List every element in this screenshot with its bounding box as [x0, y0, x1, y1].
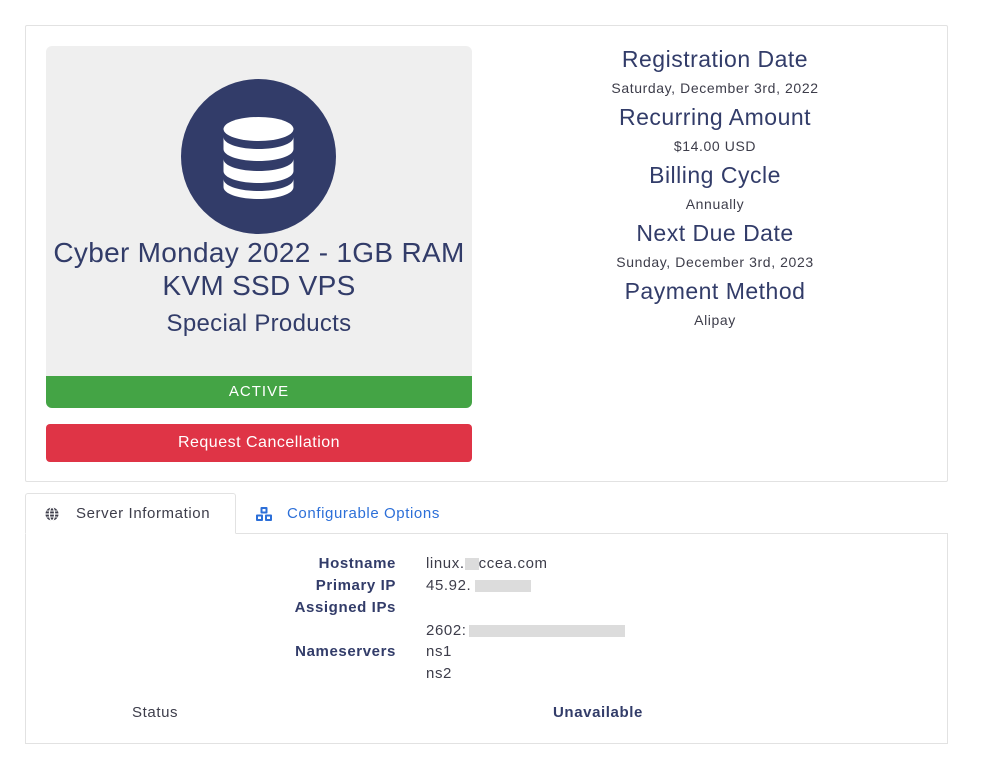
hostname-prefix: linux. [426, 555, 465, 572]
assigned-ip-row: 2602: [26, 622, 949, 644]
tab-server-information[interactable]: Server Information [25, 493, 236, 534]
product-name: Cyber Monday 2022 - 1GB RAM KVM SSD VPS [53, 237, 465, 301]
billing-cycle-label: Billing Cycle [649, 162, 781, 188]
product-group: Special Products [166, 310, 352, 337]
assigned-ip-value: 2602: [426, 622, 625, 639]
primary-ip-prefix: 45.92. [426, 577, 472, 594]
nameservers-row: Nameservers ns1 [26, 643, 949, 665]
recurring-amount-label: Recurring Amount [618, 104, 812, 130]
registration-date-label: Registration Date [621, 46, 809, 72]
nameserver-2-row: ns2 [26, 665, 949, 687]
payment-method-label: Payment Method [624, 278, 806, 304]
next-due-date-value: Sunday, December 3rd, 2023 [616, 254, 814, 270]
hostname-row: Hostname linux. ccea.com [26, 555, 949, 577]
next-due-date-label: Next Due Date [636, 220, 794, 246]
billing-cycle-value: Annually [685, 196, 745, 212]
registration-date-value: Saturday, December 3rd, 2022 [611, 80, 819, 96]
globe-icon [44, 506, 60, 522]
redacted-block [464, 558, 479, 571]
assigned-ips-row: Assigned IPs [26, 599, 949, 621]
redacted-block [475, 580, 532, 593]
recurring-amount-value: $14.00 USD [673, 138, 757, 154]
server-status-value: Unavailable [553, 704, 643, 721]
redacted-block [468, 625, 625, 638]
assigned-ips-label: Assigned IPs [294, 599, 396, 616]
payment-method-value: Alipay [694, 312, 736, 328]
status-badge: ACTIVE [46, 376, 472, 408]
tab-configurable-options-label: Configurable Options [287, 505, 440, 522]
nameserver-1: ns1 [426, 643, 452, 660]
billing-info: Registration Date Saturday, December 3rd… [496, 44, 934, 334]
hostname-value: linux. ccea.com [426, 555, 548, 572]
nameservers-label: Nameservers [295, 643, 396, 660]
assigned-ip-prefix: 2602: [426, 622, 467, 639]
tab-server-information-label: Server Information [76, 505, 211, 522]
cubes-icon [255, 506, 272, 522]
tab-bar: Server Information Configurable Options [25, 493, 948, 534]
product-card: Cyber Monday 2022 - 1GB RAM KVM SSD VPS … [46, 46, 472, 408]
request-cancellation-button[interactable]: Request Cancellation [46, 424, 472, 462]
nameserver-2: ns2 [426, 665, 452, 682]
server-information-panel: Hostname linux. ccea.com Primary IP 45.92… [25, 533, 948, 744]
tab-configurable-options[interactable]: Configurable Options [255, 493, 440, 534]
primary-ip-label: Primary IP [315, 577, 396, 594]
primary-ip-row: Primary IP 45.92. [26, 577, 949, 599]
database-icon [181, 79, 336, 234]
product-details-panel: Cyber Monday 2022 - 1GB RAM KVM SSD VPS … [25, 25, 948, 482]
primary-ip-value: 45.92. [426, 577, 532, 594]
server-status-label: Status [132, 704, 179, 721]
hostname-label: Hostname [318, 555, 396, 572]
hostname-suffix: ccea.com [478, 555, 548, 572]
